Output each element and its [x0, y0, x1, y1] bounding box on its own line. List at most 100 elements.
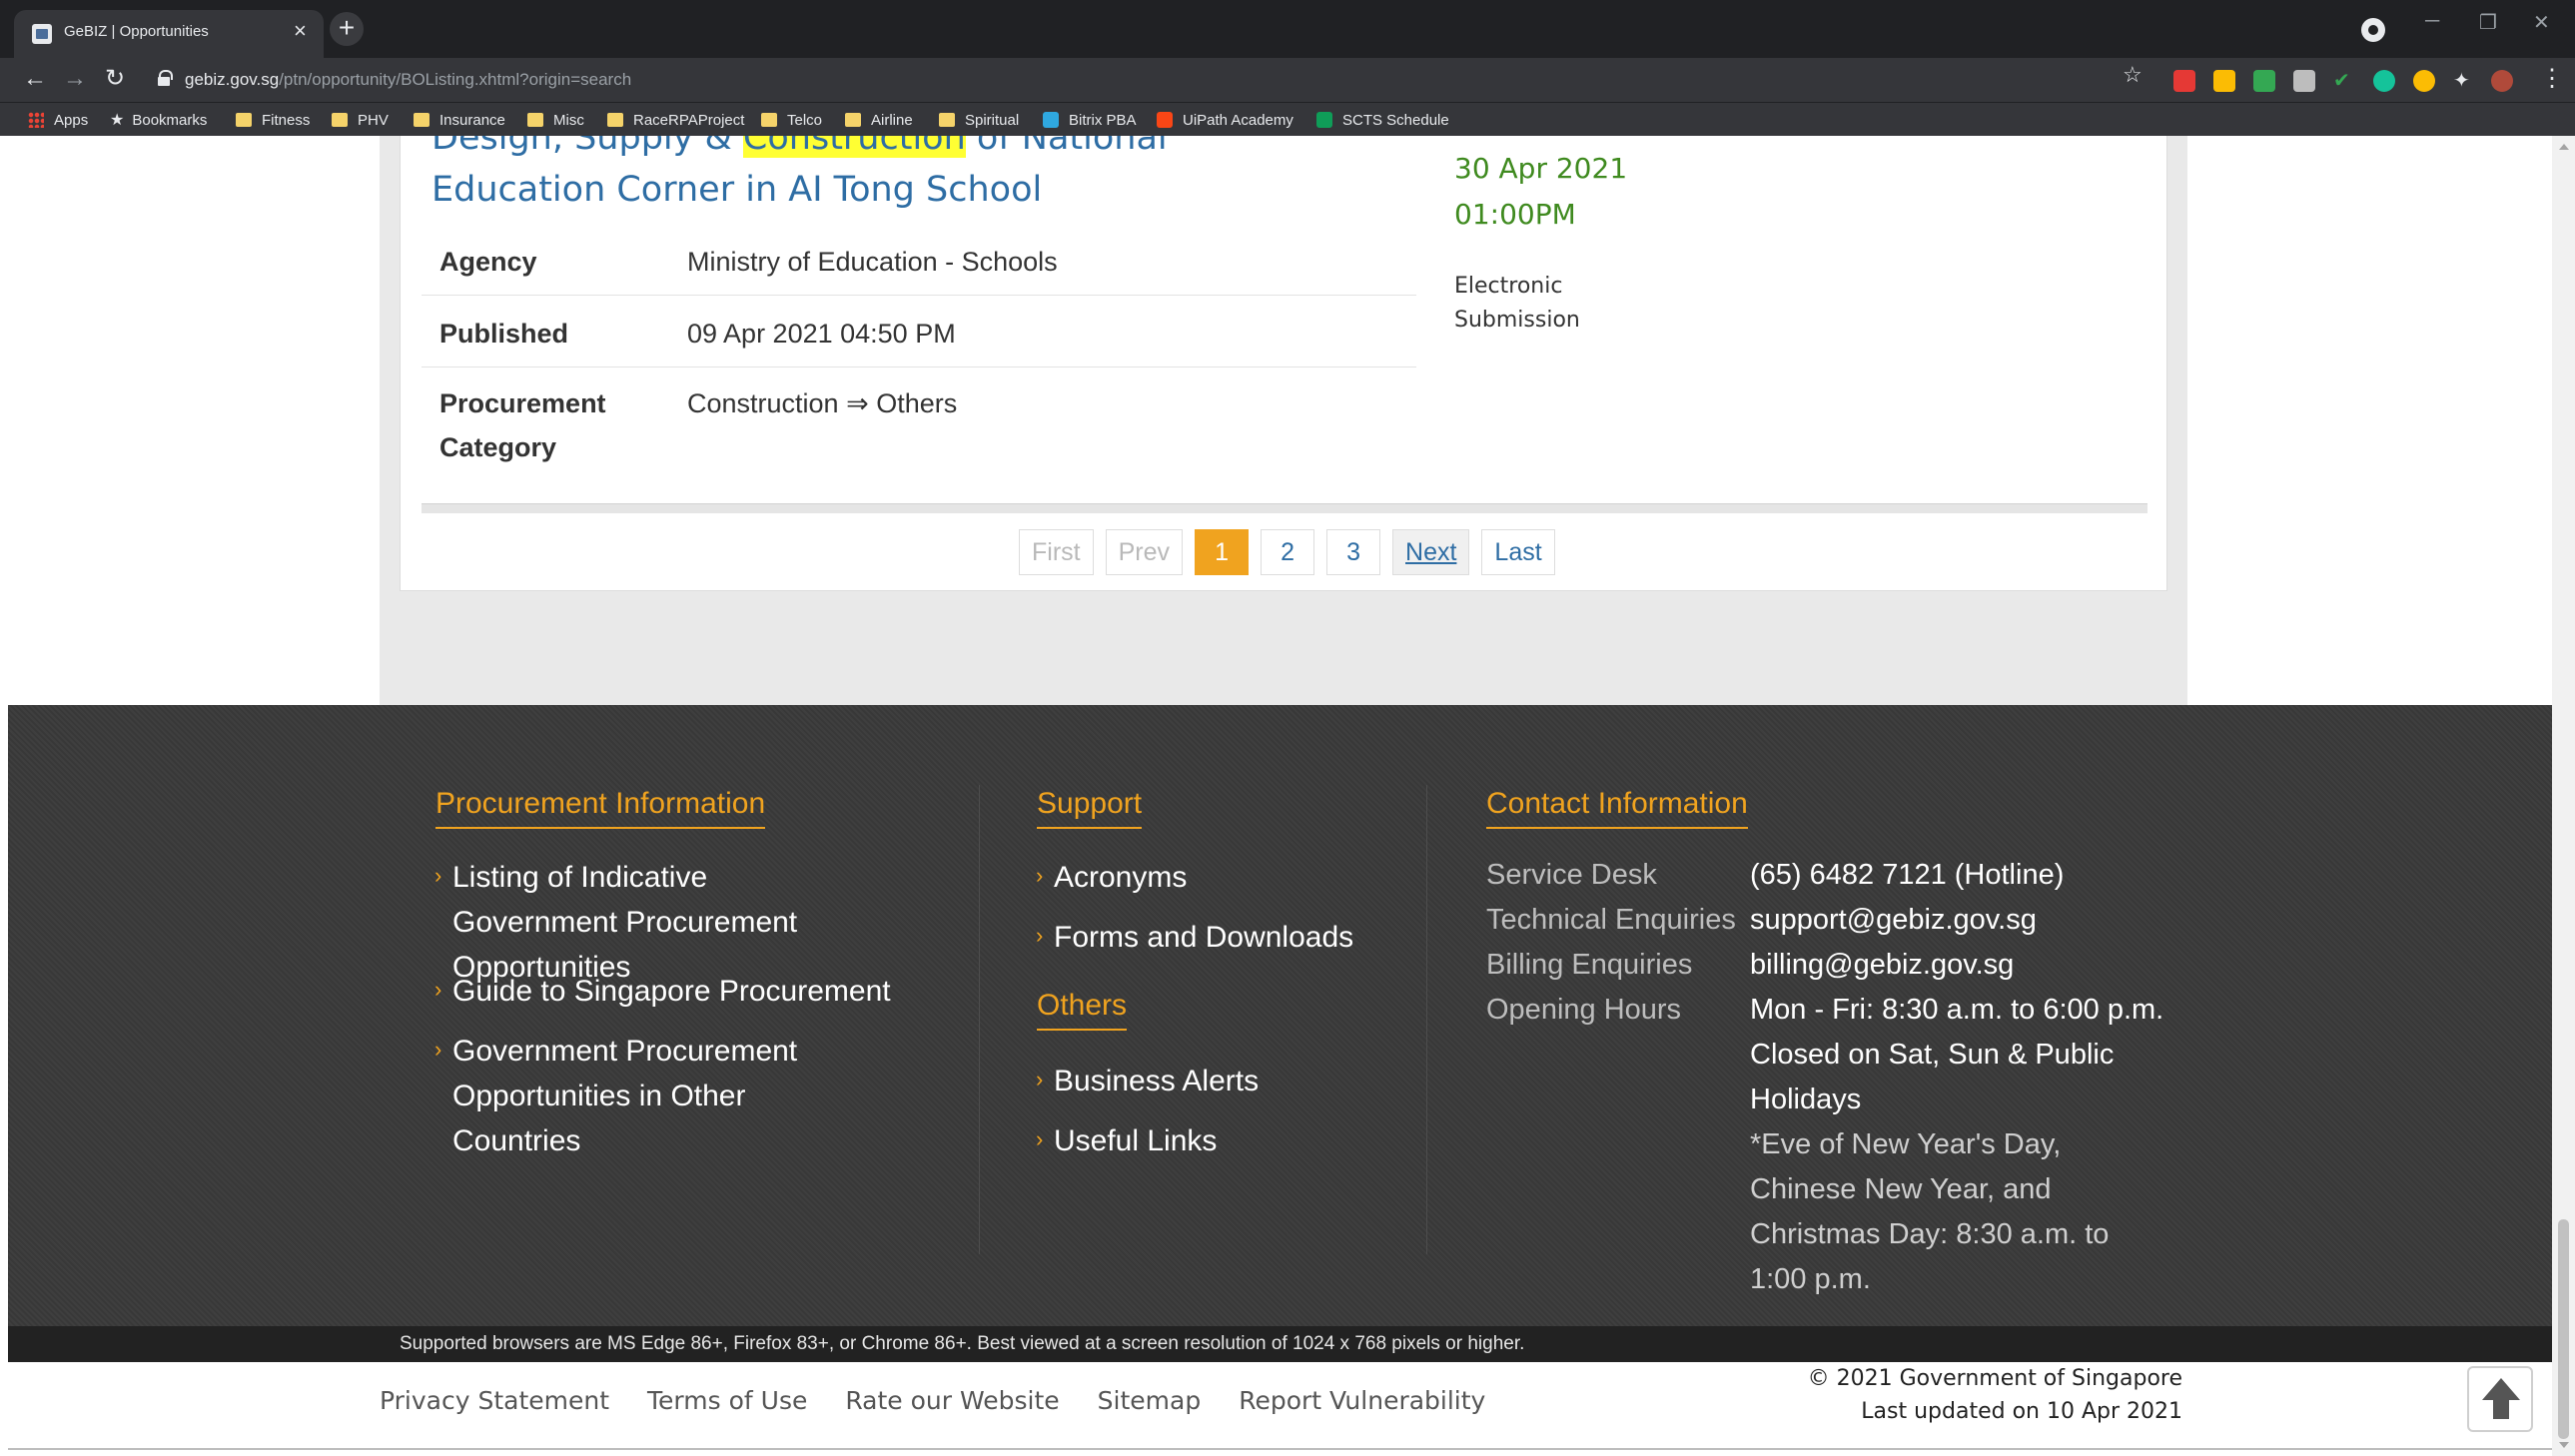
footer-separator	[1426, 785, 1427, 1254]
sheets-icon	[1316, 112, 1332, 128]
bookmark-telco[interactable]: Telco	[761, 108, 822, 132]
closing-date: 30 Apr 2021 01:00PM	[1454, 146, 1627, 238]
grammarly-icon[interactable]	[2373, 70, 2395, 92]
reload-icon[interactable]: ↻	[100, 64, 130, 94]
back-to-top-icon[interactable]	[2467, 1366, 2533, 1432]
browser-tab[interactable]: GeBIZ | Opportunities ×	[14, 10, 324, 58]
bookmark-uipath-academy[interactable]: UiPath Academy	[1157, 108, 1293, 132]
scroll-down-icon[interactable]	[2559, 1442, 2569, 1448]
terms-of-use-link[interactable]: Terms of Use	[647, 1386, 807, 1415]
footer-link-other-countries[interactable]: › Government Procurement Opportunities in…	[434, 1029, 872, 1163]
submission-method: Electronic Submission	[1454, 274, 1580, 333]
address-bar[interactable]: gebiz.gov.sg/ptn/opportunity/BOListing.x…	[150, 62, 2157, 98]
extension-icon-1[interactable]	[2173, 70, 2195, 92]
chevron-right-icon: ›	[434, 863, 442, 888]
footer-link-guide[interactable]: › Guide to Singapore Procurement	[434, 969, 912, 1014]
pagination-page-2[interactable]: 2	[1261, 529, 1315, 575]
back-icon[interactable]: ←	[20, 64, 50, 94]
lock-icon[interactable]	[158, 70, 173, 86]
new-tab-button[interactable]: +	[330, 12, 364, 46]
bookmark-airline[interactable]: Airline	[845, 108, 913, 132]
bookmark-phv[interactable]: PHV	[332, 108, 389, 132]
star-icon: ★	[110, 112, 125, 129]
menu-icon[interactable]: ⋮	[2540, 64, 2564, 93]
contact-service-desk-value: (65) 6482 7121 (Hotline)	[1750, 859, 2065, 891]
scroll-up-icon[interactable]	[2559, 144, 2569, 150]
closing-date-value: 30 Apr 2021	[1454, 152, 1628, 185]
bookmark-bookmarks[interactable]: ★ Bookmarks	[110, 108, 207, 132]
minimize-icon[interactable]: ─	[2425, 10, 2439, 33]
published-value: 09 Apr 2021 04:50 PM	[687, 319, 956, 349]
folder-icon	[332, 113, 348, 127]
search-highlight: Construction	[742, 136, 966, 158]
bookmarks-bar: Apps ★ Bookmarks Fitness PHV Insurance Mi…	[0, 102, 2575, 136]
extensions-icon[interactable]: ✦	[2453, 70, 2475, 92]
contact-hours-closed: Closed on Sat, Sun & Public Holidays	[1750, 1039, 2115, 1115]
site-footer: Procurement Information › Listing of Indi…	[8, 705, 2552, 1334]
bookmark-bitrix-pba[interactable]: Bitrix PBA	[1043, 108, 1137, 132]
bookmark-apps[interactable]: Apps	[28, 108, 88, 132]
privacy-statement-link[interactable]: Privacy Statement	[380, 1386, 609, 1415]
pagination-next[interactable]: Next	[1392, 529, 1470, 575]
folder-icon	[939, 113, 955, 127]
pagination-page-3[interactable]: 3	[1326, 529, 1381, 575]
opportunity-title[interactable]: Design, Supply & Construction of Nationa…	[431, 136, 1350, 216]
published-label: Published	[439, 319, 569, 349]
checkmark-icon[interactable]: ✔	[2333, 70, 2355, 92]
page-content: Design, Supply & Construction of Nationa…	[8, 136, 2552, 1456]
report-vulnerability-link[interactable]: Report Vulnerability	[1239, 1386, 1485, 1415]
apps-grid-icon	[28, 112, 44, 128]
chevron-right-icon: ›	[1036, 863, 1044, 888]
uipath-icon	[1157, 112, 1173, 128]
footer-link-business-alerts[interactable]: › Business Alerts	[1036, 1059, 1259, 1103]
footer-link-acronyms[interactable]: › Acronyms	[1036, 855, 1187, 900]
pagination-prev[interactable]: Prev	[1105, 529, 1184, 575]
restore-icon[interactable]: ❐	[2479, 10, 2497, 35]
folder-icon	[845, 113, 861, 127]
extension-icon-4[interactable]	[2293, 70, 2315, 92]
scroll-thumb[interactable]	[2558, 1219, 2569, 1439]
gebiz-favicon-icon	[32, 24, 52, 44]
bookmark-insurance[interactable]: Insurance	[414, 108, 505, 132]
bookmark-racerpaproject[interactable]: RaceRPAProject	[607, 108, 744, 132]
tab-search-icon[interactable]	[2361, 18, 2385, 42]
chevron-right-icon: ›	[1036, 1126, 1044, 1151]
bookmark-scts-schedule[interactable]: SCTS Schedule	[1316, 108, 1449, 132]
bookmark-fitness[interactable]: Fitness	[236, 108, 310, 132]
footer-heading-support: Support	[1037, 785, 1143, 829]
detail-row-procurement-category: Procurement Category Construction ⇒ Othe…	[422, 367, 1416, 487]
footer-link-forms[interactable]: › Forms and Downloads	[1036, 915, 1353, 960]
last-updated-text: Last updated on 10 Apr 2021	[1861, 1399, 2182, 1424]
closing-time-value: 01:00PM	[1454, 198, 1576, 231]
extension-icon-7[interactable]	[2413, 70, 2435, 92]
forward-icon[interactable]: →	[60, 64, 90, 94]
tab-close-icon[interactable]: ×	[294, 20, 307, 42]
pagination-first[interactable]: First	[1019, 529, 1094, 575]
bottom-links: Privacy Statement Terms of Use Rate our …	[380, 1386, 1485, 1415]
page-scrollbar[interactable]	[2552, 136, 2575, 1456]
url-text[interactable]: gebiz.gov.sg/ptn/opportunity/BOListing.x…	[185, 70, 631, 90]
chevron-right-icon: ›	[434, 1037, 442, 1062]
bookmark-spiritual[interactable]: Spiritual	[939, 108, 1019, 132]
footer-separator	[979, 785, 980, 1254]
folder-icon	[527, 113, 543, 127]
window-close-icon[interactable]: ✕	[2533, 10, 2550, 35]
contact-technical-value[interactable]: support@gebiz.gov.sg	[1750, 898, 2037, 943]
pagination-last[interactable]: Last	[1481, 529, 1555, 575]
folder-icon	[761, 113, 777, 127]
contact-technical-label: Technical Enquiries	[1486, 904, 1736, 936]
browser-toolbar: ← → ↻ gebiz.gov.sg/ptn/opportunity/BOLis…	[0, 58, 2575, 102]
browser-support-bar: Supported browsers are MS Edge 86+, Fire…	[8, 1326, 2552, 1362]
google-drive-icon[interactable]	[2213, 70, 2235, 92]
rate-our-website-link[interactable]: Rate our Website	[845, 1386, 1059, 1415]
bookmark-misc[interactable]: Misc	[527, 108, 584, 132]
sitemap-link[interactable]: Sitemap	[1098, 1386, 1202, 1415]
contact-billing-value[interactable]: billing@gebiz.gov.sg	[1750, 943, 2014, 988]
pagination: First Prev 1 2 3 Next Last	[1019, 529, 1555, 575]
bookmark-star-icon[interactable]: ☆	[2123, 62, 2143, 88]
contact-service-desk-label: Service Desk	[1486, 859, 1657, 891]
footer-link-useful-links[interactable]: › Useful Links	[1036, 1118, 1217, 1163]
avatar[interactable]	[2491, 70, 2513, 92]
google-drive-icon-2[interactable]	[2253, 70, 2275, 92]
pagination-page-1[interactable]: 1	[1195, 529, 1250, 575]
